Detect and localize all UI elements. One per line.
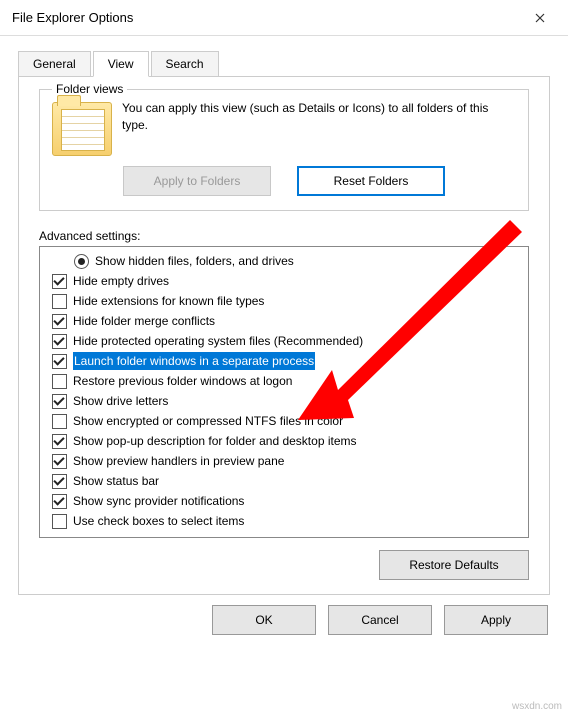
list-item[interactable]: Hide empty drives bbox=[44, 271, 524, 291]
list-item[interactable]: Restore previous folder windows at logon bbox=[44, 371, 524, 391]
advanced-settings-list[interactable]: Show hidden files, folders, and drives Hi… bbox=[39, 246, 529, 538]
list-item-label: Show encrypted or compressed NTFS files … bbox=[73, 412, 343, 430]
restore-defaults-button[interactable]: Restore Defaults bbox=[379, 550, 529, 580]
checkbox-input[interactable] bbox=[52, 454, 67, 469]
folder-views-group: Folder views You can apply this view (su… bbox=[39, 89, 529, 211]
list-item-label: Launch folder windows in a separate proc… bbox=[73, 352, 315, 370]
advanced-settings-label: Advanced settings: bbox=[39, 229, 529, 243]
tab-row: General View Search bbox=[0, 36, 568, 76]
apply-button[interactable]: Apply bbox=[444, 605, 548, 635]
list-item-label: Show hidden files, folders, and drives bbox=[95, 252, 294, 270]
tab-general[interactable]: General bbox=[18, 51, 91, 77]
ok-button[interactable]: OK bbox=[212, 605, 316, 635]
list-item[interactable]: Hide folder merge conflicts bbox=[44, 311, 524, 331]
view-panel: Folder views You can apply this view (su… bbox=[18, 76, 550, 595]
list-item[interactable]: Use check boxes to select items bbox=[44, 511, 524, 531]
list-item[interactable]: Hide extensions for known file types bbox=[44, 291, 524, 311]
checkbox-input[interactable] bbox=[52, 334, 67, 349]
list-item[interactable]: Show preview handlers in preview pane bbox=[44, 451, 524, 471]
list-item-label: Use check boxes to select items bbox=[73, 512, 244, 530]
cancel-button[interactable]: Cancel bbox=[328, 605, 432, 635]
list-item[interactable]: Launch folder windows in a separate proc… bbox=[44, 351, 524, 371]
list-item-label: Hide folder merge conflicts bbox=[73, 312, 215, 330]
list-item-label: Show pop-up description for folder and d… bbox=[73, 432, 357, 450]
titlebar: File Explorer Options bbox=[0, 0, 568, 36]
folder-views-description: You can apply this view (such as Details… bbox=[122, 100, 516, 156]
list-item[interactable]: Show encrypted or compressed NTFS files … bbox=[44, 411, 524, 431]
folder-icon bbox=[52, 102, 112, 156]
checkbox-input[interactable] bbox=[52, 354, 67, 369]
list-item-label: Restore previous folder windows at logon bbox=[73, 372, 292, 390]
checkbox-input[interactable] bbox=[52, 474, 67, 489]
list-item-label: Show status bar bbox=[73, 472, 159, 490]
checkbox-input[interactable] bbox=[52, 494, 67, 509]
list-item-label: Hide protected operating system files (R… bbox=[73, 332, 363, 350]
close-button[interactable] bbox=[520, 4, 560, 32]
checkbox-input[interactable] bbox=[52, 434, 67, 449]
window-title: File Explorer Options bbox=[12, 10, 520, 25]
checkbox-input[interactable] bbox=[52, 374, 67, 389]
checkbox-input[interactable] bbox=[52, 394, 67, 409]
tab-search[interactable]: Search bbox=[151, 51, 219, 77]
list-item-label: Hide extensions for known file types bbox=[73, 292, 264, 310]
close-icon bbox=[535, 13, 545, 23]
reset-folders-button[interactable]: Reset Folders bbox=[297, 166, 445, 196]
list-item-label: Show preview handlers in preview pane bbox=[73, 452, 284, 470]
tab-view[interactable]: View bbox=[93, 51, 149, 77]
checkbox-input[interactable] bbox=[52, 314, 67, 329]
list-item[interactable]: Show drive letters bbox=[44, 391, 524, 411]
list-item-label: Hide empty drives bbox=[73, 272, 169, 290]
dialog-button-row: OK Cancel Apply bbox=[0, 605, 568, 653]
checkbox-input[interactable] bbox=[52, 274, 67, 289]
checkbox-input[interactable] bbox=[52, 514, 67, 529]
folder-views-legend: Folder views bbox=[52, 82, 127, 96]
list-item[interactable]: Show hidden files, folders, and drives bbox=[44, 251, 524, 271]
radio-input[interactable] bbox=[74, 254, 89, 269]
list-item[interactable]: Hide protected operating system files (R… bbox=[44, 331, 524, 351]
list-item[interactable]: Show status bar bbox=[44, 471, 524, 491]
checkbox-input[interactable] bbox=[52, 294, 67, 309]
apply-to-folders-button: Apply to Folders bbox=[123, 166, 271, 196]
list-item-label: Show drive letters bbox=[73, 392, 168, 410]
watermark: wsxdn.com bbox=[512, 701, 562, 712]
list-item-label: Show sync provider notifications bbox=[73, 492, 244, 510]
list-item[interactable]: Show sync provider notifications bbox=[44, 491, 524, 511]
checkbox-input[interactable] bbox=[52, 414, 67, 429]
list-item[interactable]: Show pop-up description for folder and d… bbox=[44, 431, 524, 451]
